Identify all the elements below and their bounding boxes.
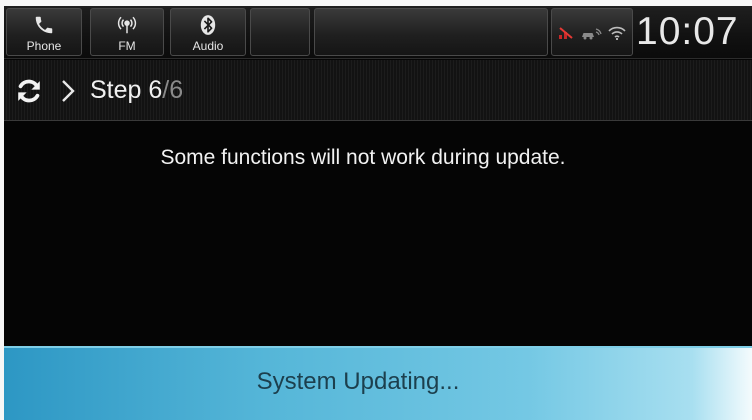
wifi-icon xyxy=(608,26,626,40)
audio-button[interactable]: Audio xyxy=(170,8,246,56)
empty-shortcut-area[interactable] xyxy=(314,8,548,56)
status-icons-area xyxy=(551,8,633,56)
fm-label: FM xyxy=(118,39,136,53)
no-signal-icon xyxy=(559,27,573,39)
status-icons xyxy=(552,21,632,45)
head-unit-screen: Phone FM Audio 10:07 Step 6/6 Some funct… xyxy=(4,6,752,420)
refresh-icon xyxy=(18,79,40,103)
fm-button[interactable]: FM xyxy=(90,8,164,56)
clock: 10:07 xyxy=(636,10,739,53)
step-prefix: Step xyxy=(90,76,142,104)
step-total: /6 xyxy=(162,76,184,104)
step-current: 6 xyxy=(148,76,163,104)
update-status-bar: System Updating... xyxy=(4,346,752,420)
bluetooth-icon xyxy=(171,13,245,37)
car-connection-icon xyxy=(582,28,602,40)
update-warning-message: Some functions will not work during upda… xyxy=(160,146,566,169)
audio-label: Audio xyxy=(192,39,224,53)
radio-icon xyxy=(91,13,163,37)
step-bar: Step 6/6 xyxy=(4,60,752,121)
phone-label: Phone xyxy=(26,39,62,53)
chevron-right-icon xyxy=(62,80,75,102)
update-status-text: System Updating... xyxy=(256,368,460,395)
top-bar: Phone FM Audio 10:07 xyxy=(4,6,752,59)
phone-button[interactable]: Phone xyxy=(6,8,82,56)
phone-icon xyxy=(7,13,81,37)
empty-shortcut-slot[interactable] xyxy=(250,8,310,56)
step-indicator: Step 6/6 xyxy=(90,74,183,106)
